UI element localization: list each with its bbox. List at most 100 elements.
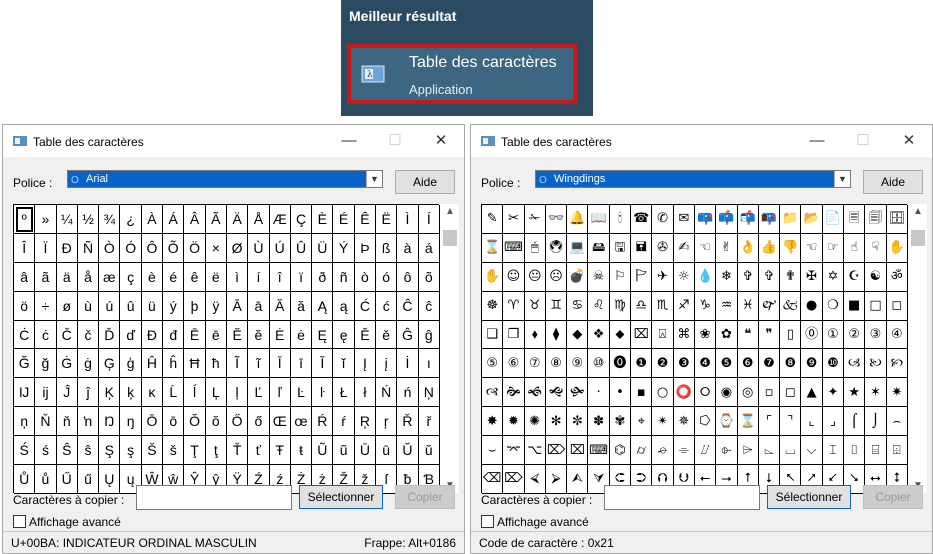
character-cell[interactable]: Ē <box>184 320 206 350</box>
character-cell[interactable]: ĭ <box>333 349 355 379</box>
character-cell[interactable]: ✈ <box>652 262 674 292</box>
character-cell[interactable]: ĺ <box>184 378 206 408</box>
character-cell[interactable]: ■ <box>844 291 866 321</box>
character-cell[interactable]: Ă <box>269 291 291 321</box>
character-cell[interactable]: ě <box>376 320 398 350</box>
character-cell[interactable]: ✞ <box>737 262 759 292</box>
copy-input[interactable] <box>604 485 760 510</box>
character-cell[interactable]: Ć <box>354 291 377 321</box>
character-cell[interactable]: è <box>141 262 164 292</box>
character-cell[interactable]: Ú <box>269 233 291 263</box>
character-cell[interactable]: ⌫ <box>482 465 504 494</box>
character-cell[interactable]: Ą <box>312 291 334 321</box>
character-cell[interactable]: ŗ <box>376 407 398 437</box>
character-cell[interactable]: º <box>14 205 36 234</box>
help-button[interactable]: Aide <box>863 170 923 194</box>
character-cell[interactable]: Ļ <box>205 378 227 408</box>
character-cell[interactable]: 🖲 <box>545 233 568 263</box>
character-cell[interactable]: ❺ <box>716 349 738 379</box>
character-cell[interactable]: ❿ <box>822 349 845 379</box>
character-cell[interactable]: ī <box>290 349 313 379</box>
character-cell[interactable]: ı <box>418 349 440 379</box>
character-cell[interactable]: ⌣ <box>482 436 504 466</box>
character-cell[interactable]: ♈ <box>503 291 525 321</box>
character-cell[interactable]: Ñ <box>77 233 100 263</box>
character-cell[interactable]: ◆ <box>567 320 589 350</box>
character-cell[interactable]: È <box>312 205 334 234</box>
character-cell[interactable]: î <box>269 262 291 292</box>
character-cell[interactable]: ¾ <box>99 205 121 234</box>
character-cell[interactable]: ★ <box>844 378 866 408</box>
character-cell[interactable]: ā <box>248 291 270 321</box>
character-cell[interactable]: ④ <box>886 320 908 350</box>
character-cell[interactable]: Ş <box>99 436 121 466</box>
character-cell[interactable]: ⌦ <box>545 436 568 466</box>
character-cell[interactable]: ť <box>248 436 270 466</box>
character-cell[interactable]: ❻ <box>737 349 759 379</box>
character-cell[interactable]: 📫 <box>716 205 738 234</box>
character-cell[interactable]: Ő <box>226 407 249 437</box>
copy-button[interactable]: Copier <box>863 485 923 509</box>
character-cell[interactable]: ✉ <box>673 205 695 234</box>
character-cell[interactable]: ⌨ <box>503 233 525 263</box>
character-cell[interactable]: Ä <box>226 205 249 234</box>
search-result-charmap[interactable]: λ Table des caractères Application <box>347 44 577 104</box>
character-cell[interactable]: Ï <box>35 233 57 263</box>
character-cell[interactable]: Ť <box>226 436 249 466</box>
character-cell[interactable]: Æ <box>269 205 291 234</box>
character-cell[interactable]: ć <box>376 291 398 321</box>
character-cell[interactable]: ¼ <box>56 205 78 234</box>
character-cell[interactable]: Ç <box>290 205 313 234</box>
character-cell[interactable]: ☜ <box>801 233 823 263</box>
character-cell[interactable]: 🙝 <box>545 378 568 408</box>
character-cell[interactable]: ⌮ <box>652 436 674 466</box>
character-cell[interactable]: ✶ <box>865 378 887 408</box>
character-cell[interactable]: ú <box>99 291 121 321</box>
character-cell[interactable]: 🙠 <box>865 349 887 379</box>
character-cell[interactable]: Ď <box>99 320 121 350</box>
character-cell[interactable]: ❶ <box>631 349 653 379</box>
character-cell[interactable]: Í <box>418 205 440 234</box>
character-cell[interactable]: ō <box>163 407 185 437</box>
character-cell[interactable]: Ń <box>376 378 398 408</box>
character-cell[interactable]: ▲ <box>801 378 823 408</box>
character-cell[interactable]: ⌸ <box>865 436 887 466</box>
character-cell[interactable]: ⌛ <box>737 407 759 437</box>
character-cell[interactable]: ✁ <box>524 205 546 234</box>
character-cell[interactable]: ⭔ <box>694 407 717 437</box>
character-cell[interactable]: ⌠ <box>844 407 866 437</box>
character-cell[interactable]: ✍ <box>673 233 695 263</box>
character-cell[interactable]: ♎ <box>631 291 653 321</box>
character-cell[interactable]: ◻ <box>780 378 802 408</box>
character-cell[interactable]: ŀ <box>312 378 334 408</box>
character-cell[interactable]: ţ <box>205 436 227 466</box>
character-cell[interactable]: Ū <box>354 436 377 466</box>
character-cell[interactable]: Ľ <box>248 378 270 408</box>
character-cell[interactable]: ⌛ <box>482 233 504 263</box>
character-cell[interactable]: ŋ <box>120 407 142 437</box>
character-cell[interactable]: Á <box>163 205 185 234</box>
character-cell[interactable]: ○ <box>652 378 674 408</box>
character-cell[interactable]: ⌶ <box>822 436 845 466</box>
character-cell[interactable]: ⌳ <box>758 436 781 466</box>
character-cell[interactable]: ◻ <box>886 291 908 321</box>
character-cell[interactable]: ŧ <box>290 436 313 466</box>
character-cell[interactable]: 💧 <box>694 262 717 292</box>
character-cell[interactable]: ♏ <box>652 291 674 321</box>
character-cell[interactable]: ॐ <box>886 262 908 292</box>
character-cell[interactable]: ċ <box>35 320 57 350</box>
character-cell[interactable]: ⌖ <box>631 407 653 437</box>
character-cell[interactable]: Ĺ <box>163 378 185 408</box>
character-cell[interactable]: ♍ <box>609 291 632 321</box>
character-cell[interactable]: ő <box>248 407 270 437</box>
copy-button[interactable]: Copier <box>395 485 455 509</box>
character-cell[interactable]: 🏱 <box>631 262 653 292</box>
character-cell[interactable]: 📭 <box>758 205 781 234</box>
character-cell[interactable]: ū <box>376 436 398 466</box>
character-cell[interactable]: ▫ <box>758 378 781 408</box>
character-cell[interactable]: Į <box>354 349 377 379</box>
character-cell[interactable]: ń <box>397 378 419 408</box>
character-cell[interactable]: ☼ <box>673 262 695 292</box>
character-cell[interactable]: ⌞ <box>801 407 823 437</box>
character-cell[interactable]: ✽ <box>588 407 610 437</box>
